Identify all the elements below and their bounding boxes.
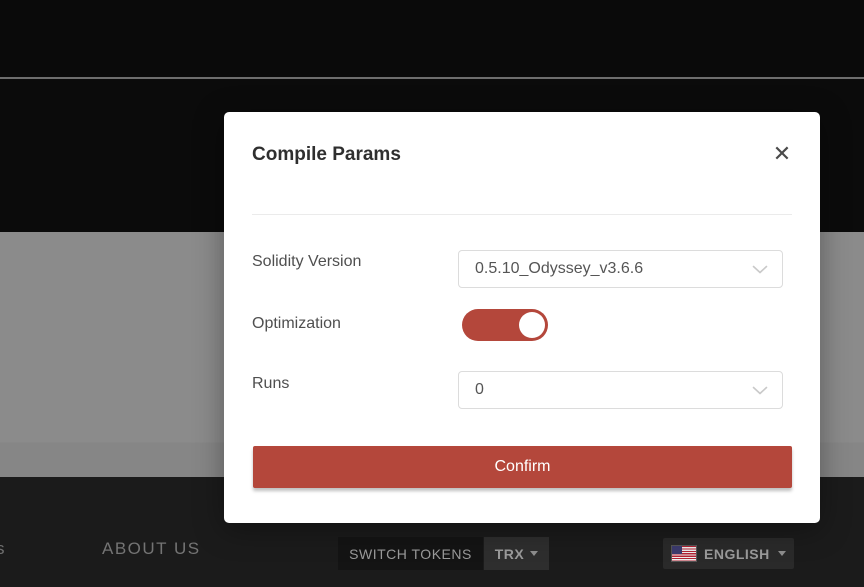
optimization-toggle[interactable] <box>462 309 548 341</box>
token-selector-value: TRX <box>495 546 525 562</box>
language-selector-dropdown[interactable]: ENGLISH <box>663 538 794 569</box>
close-icon[interactable]: ✕ <box>768 140 796 168</box>
token-selector-dropdown[interactable]: TRX <box>484 537 549 570</box>
optimization-label: Optimization <box>252 315 341 333</box>
page-root: s ABOUT US SWITCH TOKENS TRX ENGLISH Com… <box>0 0 864 587</box>
toggle-knob <box>519 312 545 338</box>
modal-header-divider <box>252 214 792 215</box>
solidity-version-label: Solidity Version <box>252 253 361 271</box>
caret-down-icon <box>778 551 786 556</box>
footer-partial-text: s <box>0 539 5 559</box>
chevron-down-icon <box>752 386 768 395</box>
switch-tokens-text: SWITCH TOKENS <box>349 546 472 562</box>
footer-link-about-us[interactable]: ABOUT US <box>102 539 201 559</box>
solidity-version-value: 0.5.10_Odyssey_v3.6.6 <box>475 260 752 278</box>
solidity-version-select[interactable]: 0.5.10_Odyssey_v3.6.6 <box>458 250 783 288</box>
modal-title: Compile Params <box>252 144 401 166</box>
chevron-down-icon <box>752 265 768 274</box>
switch-tokens-label: SWITCH TOKENS <box>338 537 483 570</box>
compile-params-modal: Compile Params ✕ Solidity Version 0.5.10… <box>224 112 820 523</box>
us-flag-icon <box>672 546 696 561</box>
language-selector-value: ENGLISH <box>704 546 770 562</box>
caret-down-icon <box>530 551 538 556</box>
confirm-button[interactable]: Confirm <box>253 446 792 488</box>
runs-value: 0 <box>475 381 752 399</box>
runs-label: Runs <box>252 375 289 393</box>
hero-background-top <box>0 0 864 77</box>
runs-select[interactable]: 0 <box>458 371 783 409</box>
